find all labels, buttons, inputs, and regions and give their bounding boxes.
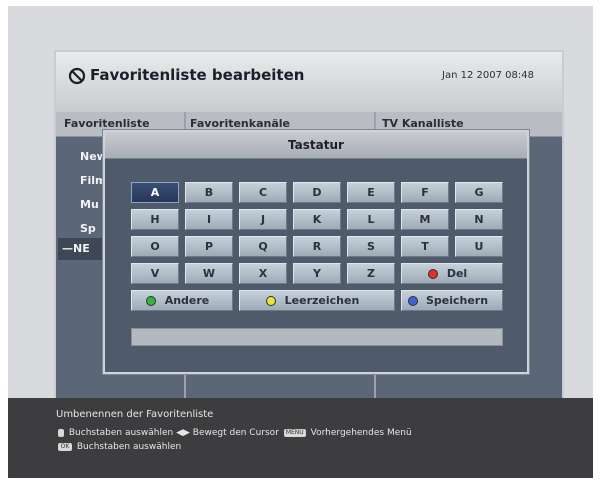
key-r[interactable]: R: [293, 236, 341, 257]
red-button-icon: [428, 269, 438, 279]
space-button[interactable]: Leerzeichen: [239, 290, 395, 311]
key-s[interactable]: S: [347, 236, 395, 257]
key-d[interactable]: D: [293, 182, 341, 203]
save-button[interactable]: Speichern: [401, 290, 503, 311]
menu-key-icon: MENU: [283, 428, 306, 437]
window-header: Favoritenliste bearbeiten Jan 12 2007 08…: [56, 52, 562, 113]
key-c[interactable]: C: [239, 182, 287, 203]
delete-button[interactable]: Del: [401, 263, 503, 284]
help-bar: Umbenennen der Favoritenliste Buchstaben…: [8, 398, 593, 478]
key-g[interactable]: G: [455, 182, 503, 203]
help-select-letter-ok: Buchstaben auswählen: [76, 442, 182, 452]
key-w[interactable]: W: [185, 263, 233, 284]
green-button-icon: [146, 296, 156, 306]
key-v[interactable]: V: [131, 263, 179, 284]
list-item[interactable]: Mu: [80, 198, 99, 211]
key-j[interactable]: J: [239, 209, 287, 230]
space-button-label: Leerzeichen: [284, 294, 360, 307]
save-button-label: Speichern: [425, 294, 489, 307]
list-item[interactable]: —NE: [62, 242, 90, 255]
help-move-cursor: Bewegt den Cursor: [192, 428, 279, 438]
tv-screen: Favoritenliste bearbeiten Jan 12 2007 08…: [8, 6, 593, 478]
key-q[interactable]: Q: [239, 236, 287, 257]
key-z[interactable]: Z: [347, 263, 395, 284]
help-select-letters: Buchstaben auswählen: [68, 428, 174, 438]
key-h[interactable]: H: [131, 209, 179, 230]
list-item[interactable]: Sp: [80, 222, 96, 235]
blue-button-icon: [408, 296, 418, 306]
date-time: Jan 12 2007 08:48: [442, 70, 534, 81]
key-l[interactable]: L: [347, 209, 395, 230]
up-down-arrow-icon: [58, 428, 64, 437]
help-line-2: OK Buchstaben auswählen: [56, 442, 181, 452]
yellow-button-icon: [266, 296, 276, 306]
name-input-field[interactable]: [131, 328, 503, 346]
key-k[interactable]: K: [293, 209, 341, 230]
key-n[interactable]: N: [455, 209, 503, 230]
key-i[interactable]: I: [185, 209, 233, 230]
key-e[interactable]: E: [347, 182, 395, 203]
help-previous-menu: Vorhergehendes Menü: [310, 428, 412, 438]
ok-key-icon: OK: [58, 442, 72, 451]
key-a[interactable]: A: [131, 182, 179, 203]
key-o[interactable]: O: [131, 236, 179, 257]
keyboard-dialog: Tastatur A B C D E F G H I J K L M N O P…: [103, 130, 529, 374]
left-right-arrow-icon: ◀▶: [176, 428, 190, 438]
key-t[interactable]: T: [401, 236, 449, 257]
column-tv-kanalliste[interactable]: TV Kanalliste: [382, 117, 464, 130]
key-x[interactable]: X: [239, 263, 287, 284]
help-title: Umbenennen der Favoritenliste: [56, 409, 214, 420]
key-m[interactable]: M: [401, 209, 449, 230]
key-f[interactable]: F: [401, 182, 449, 203]
delete-button-label: Del: [446, 267, 468, 280]
key-p[interactable]: P: [185, 236, 233, 257]
key-b[interactable]: B: [185, 182, 233, 203]
other-chars-label: Andere: [164, 294, 210, 307]
other-chars-button[interactable]: Andere: [131, 290, 233, 311]
key-y[interactable]: Y: [293, 263, 341, 284]
favorites-icon: [68, 67, 86, 85]
column-favoritenkanaele[interactable]: Favoritenkanäle: [190, 117, 290, 130]
window-title: Favoritenliste bearbeiten: [90, 66, 305, 84]
key-u[interactable]: U: [455, 236, 503, 257]
keyboard-title: Tastatur: [105, 132, 527, 159]
column-favoritenliste[interactable]: Favoritenliste: [64, 117, 150, 130]
help-line-1: Buchstaben auswählen ◀▶ Bewegt den Curso…: [56, 428, 412, 438]
